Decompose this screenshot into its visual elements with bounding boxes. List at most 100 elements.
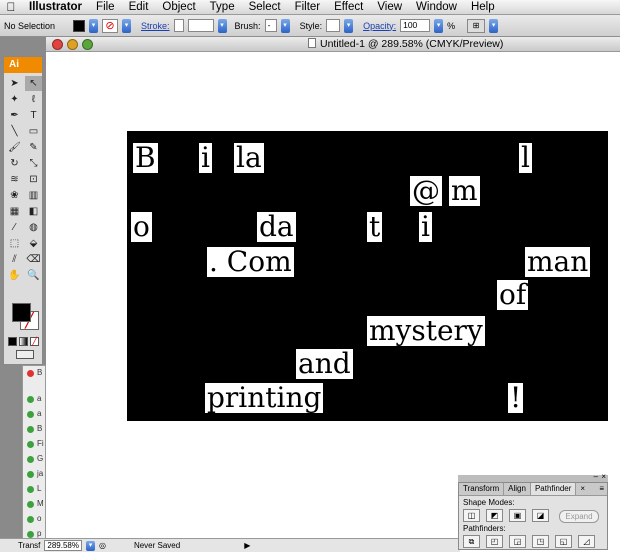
panel-menu-icon[interactable]: ≡ bbox=[599, 483, 607, 495]
opacity-label[interactable]: Opacity: bbox=[363, 21, 396, 31]
panel-dock-bar[interactable]: ‒ × bbox=[458, 472, 608, 482]
gradient-mode-icon[interactable] bbox=[19, 337, 28, 346]
free-transform-tool-icon[interactable]: ⊡ bbox=[25, 172, 42, 187]
menu-help[interactable]: Help bbox=[464, 1, 502, 13]
text-tile[interactable]: ! bbox=[508, 383, 524, 413]
layer-item[interactable]: ja bbox=[37, 469, 43, 478]
arrange-documents-icon[interactable]: ⊞ bbox=[467, 18, 486, 33]
close-window-icon[interactable] bbox=[52, 39, 63, 50]
exclude-overlap-icon[interactable]: ◪ bbox=[532, 509, 549, 522]
layer-visibility-icon[interactable] bbox=[27, 486, 34, 493]
text-tile[interactable]: la bbox=[234, 143, 264, 173]
layer-item[interactable]: G bbox=[37, 454, 43, 463]
color-mode-icon[interactable] bbox=[8, 337, 17, 346]
layer-item[interactable]: B bbox=[37, 368, 42, 377]
layer-item[interactable]: M bbox=[37, 499, 44, 508]
opacity-input[interactable]: 100 bbox=[400, 19, 431, 32]
hand-tool-icon[interactable]: ✋ bbox=[6, 268, 23, 283]
text-tile[interactable]: @ bbox=[410, 176, 442, 206]
layer-visibility-icon[interactable] bbox=[27, 426, 34, 433]
text-tile[interactable]: printing bbox=[205, 383, 324, 413]
transform-panel-tab[interactable]: Transf bbox=[18, 541, 40, 550]
text-tile[interactable]: m bbox=[449, 176, 480, 206]
type-tool-icon[interactable]: T bbox=[25, 108, 42, 123]
layer-visibility-icon[interactable] bbox=[27, 396, 34, 403]
layer-visibility-icon[interactable] bbox=[27, 441, 34, 448]
menu-select[interactable]: Select bbox=[242, 1, 288, 13]
layer-item[interactable]: L bbox=[37, 484, 41, 493]
paintbrush-tool-icon[interactable]: 🖌 bbox=[6, 140, 23, 155]
gradient-tool-icon[interactable]: ◧ bbox=[25, 204, 42, 219]
layer-item[interactable]: a bbox=[37, 409, 41, 418]
menu-edit[interactable]: Edit bbox=[122, 1, 156, 13]
graph-tool-icon[interactable]: ▥ bbox=[25, 188, 42, 203]
slice-tool-icon[interactable]: ⫽ bbox=[6, 252, 23, 267]
text-tile[interactable]: o bbox=[131, 212, 152, 242]
layer-item[interactable]: a bbox=[37, 394, 41, 403]
stroke-weight-dropdown[interactable]: ▾ bbox=[217, 18, 227, 33]
layer-visibility-icon[interactable] bbox=[27, 501, 34, 508]
stroke-swatch[interactable]: ⊘ bbox=[102, 18, 119, 33]
stroke-dropdown[interactable]: ▾ bbox=[122, 18, 132, 33]
live-paint-tool-icon[interactable]: ⬚ bbox=[6, 236, 23, 251]
layer-item[interactable]: p bbox=[37, 529, 41, 538]
tab-pathfinder[interactable]: Pathfinder bbox=[530, 483, 577, 495]
text-tile[interactable]: man bbox=[525, 247, 591, 277]
text-tile[interactable]: of bbox=[497, 280, 529, 310]
status-menu-arrow-icon[interactable]: ▶ bbox=[244, 541, 250, 550]
rectangle-tool-icon[interactable]: ▭ bbox=[25, 124, 42, 139]
brush-dropdown[interactable]: ▾ bbox=[280, 18, 290, 33]
direct-selection-tool-icon[interactable]: ↖ bbox=[25, 76, 42, 91]
layer-item[interactable]: Fi bbox=[37, 439, 44, 448]
text-tile[interactable]: da bbox=[257, 212, 296, 242]
pen-tool-icon[interactable]: ✒ bbox=[6, 108, 23, 123]
text-tile[interactable]: l bbox=[519, 143, 532, 173]
text-tile[interactable]: mystery bbox=[367, 316, 485, 346]
divide-icon[interactable]: ⧉ bbox=[463, 535, 480, 548]
layer-visibility-icon[interactable] bbox=[27, 411, 34, 418]
brush-field[interactable]: - bbox=[264, 19, 277, 32]
layer-visibility-icon[interactable] bbox=[27, 531, 34, 538]
text-tile[interactable]: and bbox=[296, 349, 353, 379]
blend-tool-icon[interactable]: ◍ bbox=[25, 220, 42, 235]
selection-tool-icon[interactable]: ➤ bbox=[6, 76, 23, 91]
line-tool-icon[interactable]: ╲ bbox=[6, 124, 23, 139]
trim-icon[interactable]: ◰ bbox=[486, 535, 503, 548]
menu-view[interactable]: View bbox=[370, 1, 409, 13]
text-tile[interactable]: i bbox=[419, 212, 432, 242]
menu-type[interactable]: Type bbox=[203, 1, 242, 13]
panel-collapse-icon[interactable]: ‒ bbox=[594, 472, 598, 481]
style-field[interactable] bbox=[326, 19, 341, 32]
add-to-shape-icon[interactable]: ◫ bbox=[463, 509, 480, 522]
expand-button[interactable]: Expand bbox=[559, 510, 599, 523]
outline-icon[interactable]: ◱ bbox=[555, 535, 572, 548]
live-paint-selection-tool-icon[interactable]: ⬙ bbox=[25, 236, 42, 251]
menu-illustrator[interactable]: Illustrator bbox=[22, 1, 89, 13]
tab-align[interactable]: Align bbox=[504, 483, 531, 495]
text-tile[interactable]: B bbox=[133, 143, 158, 173]
text-tile[interactable]: t bbox=[367, 212, 383, 242]
menu-filter[interactable]: Filter bbox=[288, 1, 328, 13]
tab-transform[interactable]: Transform bbox=[459, 483, 505, 495]
apple-icon[interactable]:  bbox=[0, 0, 22, 14]
zoom-dropdown[interactable]: ▾ bbox=[85, 540, 95, 551]
fill-color-icon[interactable] bbox=[12, 303, 31, 322]
layer-item[interactable]: o bbox=[37, 514, 41, 523]
fill-dropdown[interactable]: ▾ bbox=[89, 18, 99, 33]
layer-visibility-icon[interactable] bbox=[27, 456, 34, 463]
symbol-sprayer-tool-icon[interactable]: ❀ bbox=[6, 188, 23, 203]
zoom-field[interactable]: 289.58% bbox=[44, 540, 82, 551]
minimize-window-icon[interactable] bbox=[67, 39, 78, 50]
stroke-label[interactable]: Stroke: bbox=[141, 21, 170, 31]
fill-swatch[interactable] bbox=[73, 19, 86, 32]
menu-window[interactable]: Window bbox=[409, 1, 464, 13]
rotate-tool-icon[interactable]: ↻ bbox=[6, 156, 23, 171]
none-mode-icon[interactable]: ╱ bbox=[30, 337, 39, 346]
text-tile[interactable]: i bbox=[199, 143, 212, 173]
screen-mode-icon[interactable] bbox=[16, 350, 34, 359]
minus-back-icon[interactable]: ◿ bbox=[578, 535, 595, 548]
document-titlebar[interactable]: Untitled-1 @ 289.58% (CMYK/Preview) bbox=[46, 37, 620, 52]
magic-wand-tool-icon[interactable]: ✦ bbox=[6, 92, 23, 107]
opacity-dropdown[interactable]: ▾ bbox=[434, 18, 444, 33]
eraser-tool-icon[interactable]: ⌫ bbox=[25, 252, 42, 267]
